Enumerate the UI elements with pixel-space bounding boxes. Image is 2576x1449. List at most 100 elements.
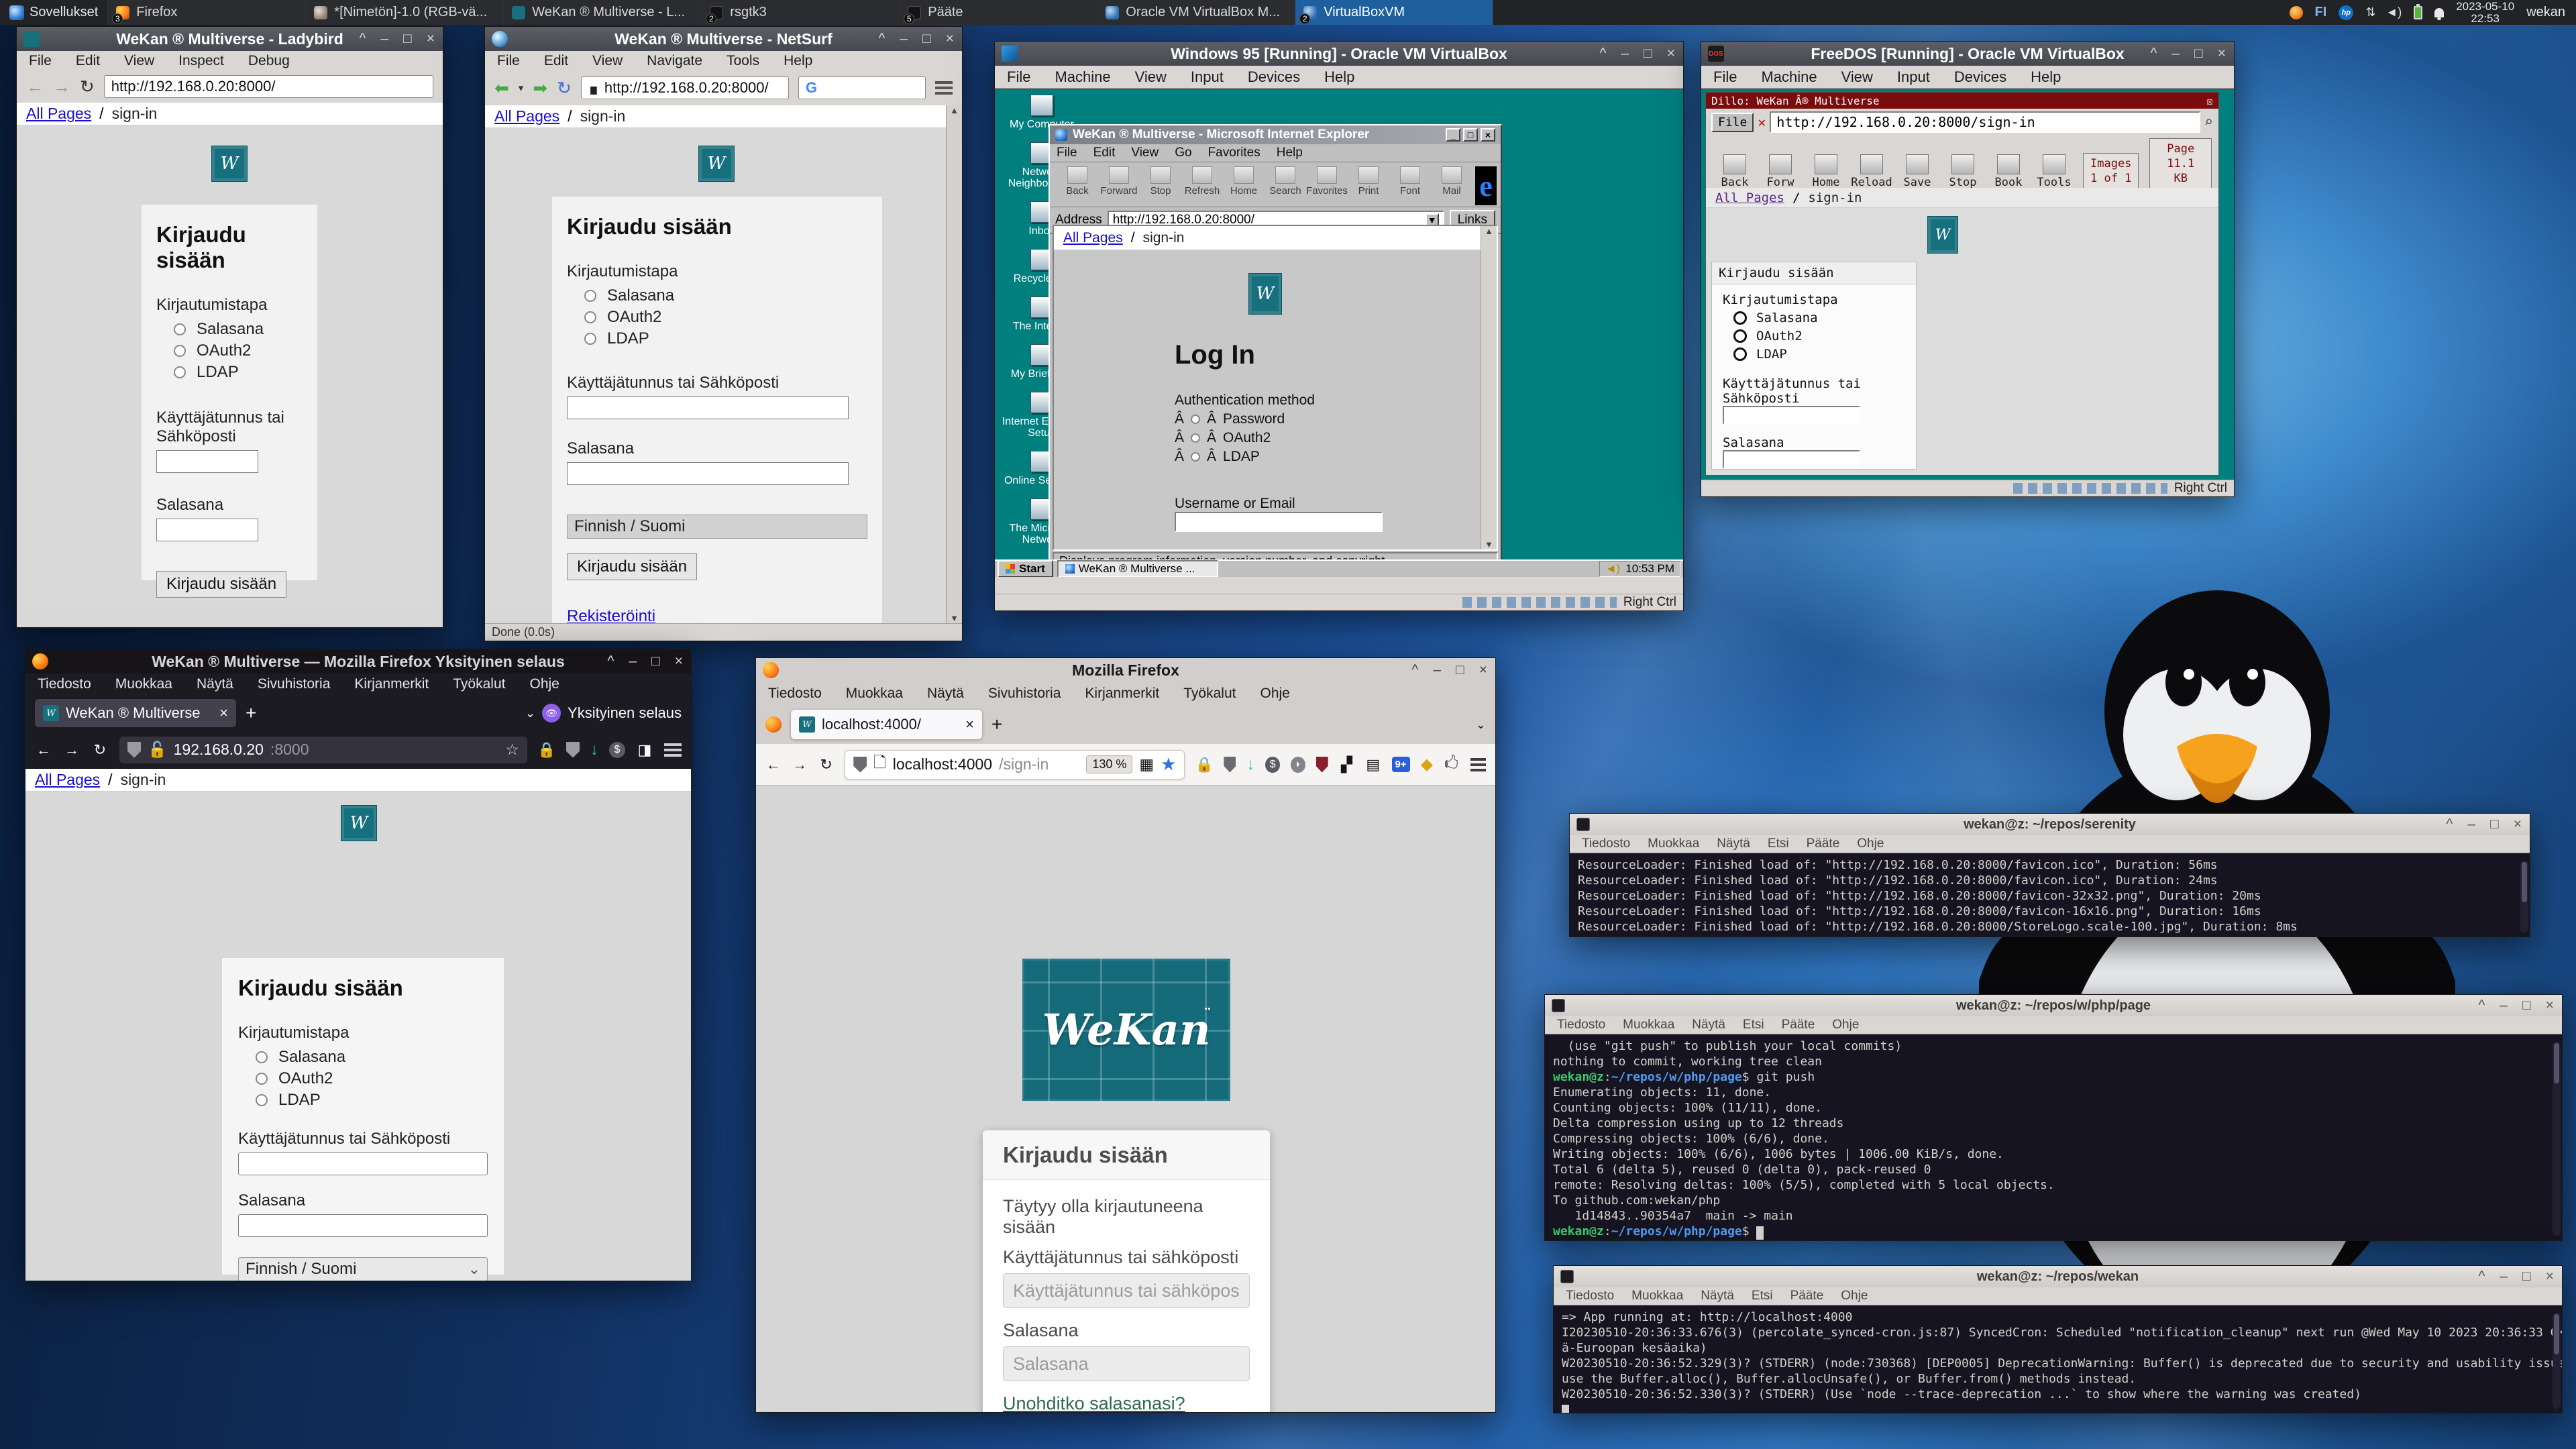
auth-method-option[interactable]: Salasana	[1733, 311, 1905, 325]
minimize-button[interactable]: –	[629, 649, 637, 674]
bookmark-star-icon[interactable]: ☆	[505, 741, 519, 759]
maximize-button[interactable]: □	[922, 27, 931, 51]
close-button[interactable]: ×	[1481, 128, 1495, 142]
close-button[interactable]: ×	[2546, 1265, 2554, 1289]
taskbar-button[interactable]: Oracle VM VirtualBox M...	[1097, 0, 1295, 25]
toolbar-button[interactable]: Font	[1389, 166, 1431, 197]
forgot-password-link[interactable]: Unohditko salasanasi?	[1003, 1393, 1185, 1412]
menu-item[interactable]: Ohje	[1857, 837, 1884, 851]
menu-item[interactable]: Help	[1277, 146, 1303, 160]
menu-item[interactable]: Näytä	[197, 676, 233, 692]
extension-icon[interactable]: ◨	[636, 741, 653, 759]
menu-item[interactable]: Kirjanmerkit	[1085, 686, 1159, 702]
menu-item[interactable]: Muokkaa	[115, 676, 172, 692]
menu-item[interactable]: Machine	[1761, 68, 1817, 86]
url-input[interactable]: http://192.168.0.20:8000/	[581, 76, 789, 99]
shade-button[interactable]: ^	[2447, 812, 2453, 837]
menu-icon[interactable]	[1470, 758, 1486, 771]
menu-item[interactable]: View	[1841, 68, 1873, 86]
radio-icon[interactable]	[584, 333, 596, 345]
taskbar-task[interactable]: WeKan ® Multiverse ...	[1057, 560, 1218, 577]
menu-item[interactable]: File	[1713, 68, 1737, 86]
language-select[interactable]: Finnish / Suomi	[567, 515, 867, 539]
auth-method-option[interactable]: Salasana	[584, 286, 867, 305]
account-icon[interactable]: 🔒	[1195, 756, 1213, 773]
extension-calc-icon[interactable]: ▤	[1365, 756, 1381, 773]
maximize-button[interactable]: □	[1644, 42, 1652, 66]
toolbar-button[interactable]: Favorites	[1306, 166, 1348, 197]
vertical-scrollbar[interactable]: ▲▼	[1481, 226, 1497, 549]
menu-icon[interactable]	[935, 81, 953, 95]
back-icon[interactable]: ←	[35, 741, 52, 759]
menu-item[interactable]: Navigate	[647, 53, 702, 69]
menu-item[interactable]: Help	[784, 53, 812, 69]
radio-icon[interactable]	[1191, 433, 1200, 443]
forward-icon[interactable]: →	[53, 76, 70, 97]
menu-item[interactable]: Input	[1191, 68, 1224, 86]
maximize-button[interactable]: □	[2522, 1265, 2531, 1289]
menu-item[interactable]: Tiedosto	[1566, 1289, 1614, 1303]
tab-close-icon[interactable]: ×	[219, 704, 228, 722]
terminal-titlebar[interactable]: wekan@z: ~/repos/wekan ^–□×	[1554, 1266, 2562, 1287]
close-button[interactable]: ×	[2218, 42, 2226, 66]
menu-item[interactable]: Devices	[1248, 68, 1300, 86]
auth-method-option[interactable]: OAuth2	[584, 308, 867, 327]
reload-icon[interactable]: ↻	[80, 76, 95, 97]
vm-titlebar[interactable]: DOS FreeDOS [Running] - Oracle VM Virtua…	[1701, 42, 2234, 66]
maximize-button[interactable]: □	[403, 27, 412, 51]
menu-item[interactable]: Tiedosto	[768, 686, 822, 702]
tab-localhost[interactable]: W localhost:4000/ ×	[791, 710, 982, 739]
auth-method-option[interactable]: ÂÂLDAP	[1175, 449, 1443, 465]
toolbar-button[interactable]: Save	[1895, 154, 1939, 189]
menu-item[interactable]: Tiedosto	[1557, 1018, 1605, 1032]
menu-item[interactable]: Tiedosto	[1582, 837, 1630, 851]
breadcrumb-all-pages-link[interactable]: All Pages	[35, 771, 100, 789]
radio-icon[interactable]	[1733, 347, 1747, 361]
maximize-button[interactable]: □	[651, 649, 660, 674]
toolbar-button[interactable]: Print	[1348, 166, 1389, 197]
url-input[interactable]: http://192.168.0.20:8000/	[104, 75, 433, 98]
file-button[interactable]: File	[1711, 113, 1754, 132]
menu-item[interactable]: File	[1007, 68, 1030, 86]
menu-item[interactable]: Ohje	[1832, 1018, 1859, 1032]
username-input[interactable]	[1175, 512, 1383, 532]
menu-item[interactable]: Pääte	[1807, 837, 1840, 851]
auth-method-option[interactable]: LDAP	[174, 363, 303, 382]
extension-thumb-icon[interactable]: 🖒	[1444, 756, 1459, 773]
terminal-output[interactable]: ResourceLoader: Finished load of: "http:…	[1570, 853, 2530, 936]
menu-item[interactable]: Näytä	[1717, 837, 1750, 851]
menu-item[interactable]: Näytä	[927, 686, 964, 702]
menu-item[interactable]: View	[592, 53, 623, 69]
maximize-button[interactable]: □	[2490, 812, 2499, 837]
radio-icon[interactable]	[1191, 452, 1200, 462]
toolbar-button[interactable]: Tools	[2032, 154, 2076, 189]
shade-button[interactable]: ^	[2479, 994, 2485, 1018]
auth-method-option[interactable]: OAuth2	[174, 341, 303, 360]
back-dropdown-icon[interactable]: ▾	[519, 82, 524, 94]
register-link[interactable]: Rekisteröinti	[567, 607, 867, 623]
new-tab-button[interactable]: +	[246, 702, 256, 724]
auth-method-option[interactable]: LDAP	[256, 1091, 488, 1110]
toolbar-button[interactable]: Back	[1057, 166, 1098, 197]
speaker-icon[interactable]: ◄)	[1605, 562, 1621, 576]
taskbar-button[interactable]: rsgtk32	[702, 0, 900, 25]
reload-icon[interactable]: ↻	[557, 78, 572, 99]
radio-icon[interactable]	[256, 1073, 268, 1085]
web-search-input[interactable]: G	[798, 76, 926, 99]
scroll-down-icon[interactable]: ▼	[1485, 539, 1493, 549]
radio-icon[interactable]	[1191, 415, 1200, 424]
radio-icon[interactable]	[174, 345, 186, 357]
tab-list-chevron-icon[interactable]: ⌄	[525, 706, 535, 720]
toolbar-button[interactable]: Stop	[1140, 166, 1181, 197]
taskbar-button[interactable]: WeKan ® Multiverse - L...	[504, 0, 702, 25]
username-input[interactable]	[156, 450, 258, 473]
new-tab-button[interactable]: +	[991, 714, 1002, 735]
menu-item[interactable]: File	[1057, 146, 1077, 160]
menu-icon[interactable]	[664, 743, 682, 757]
vertical-scrollbar[interactable]: ▲▼	[946, 105, 962, 623]
menu-item[interactable]: Tools	[727, 53, 759, 69]
menu-item[interactable]: Input	[1897, 68, 1930, 86]
maximize-button[interactable]: □	[2194, 42, 2203, 66]
extension-pen-icon[interactable]: ◆	[1421, 755, 1433, 774]
taskbar-button[interactable]: Firefox3	[108, 0, 306, 25]
